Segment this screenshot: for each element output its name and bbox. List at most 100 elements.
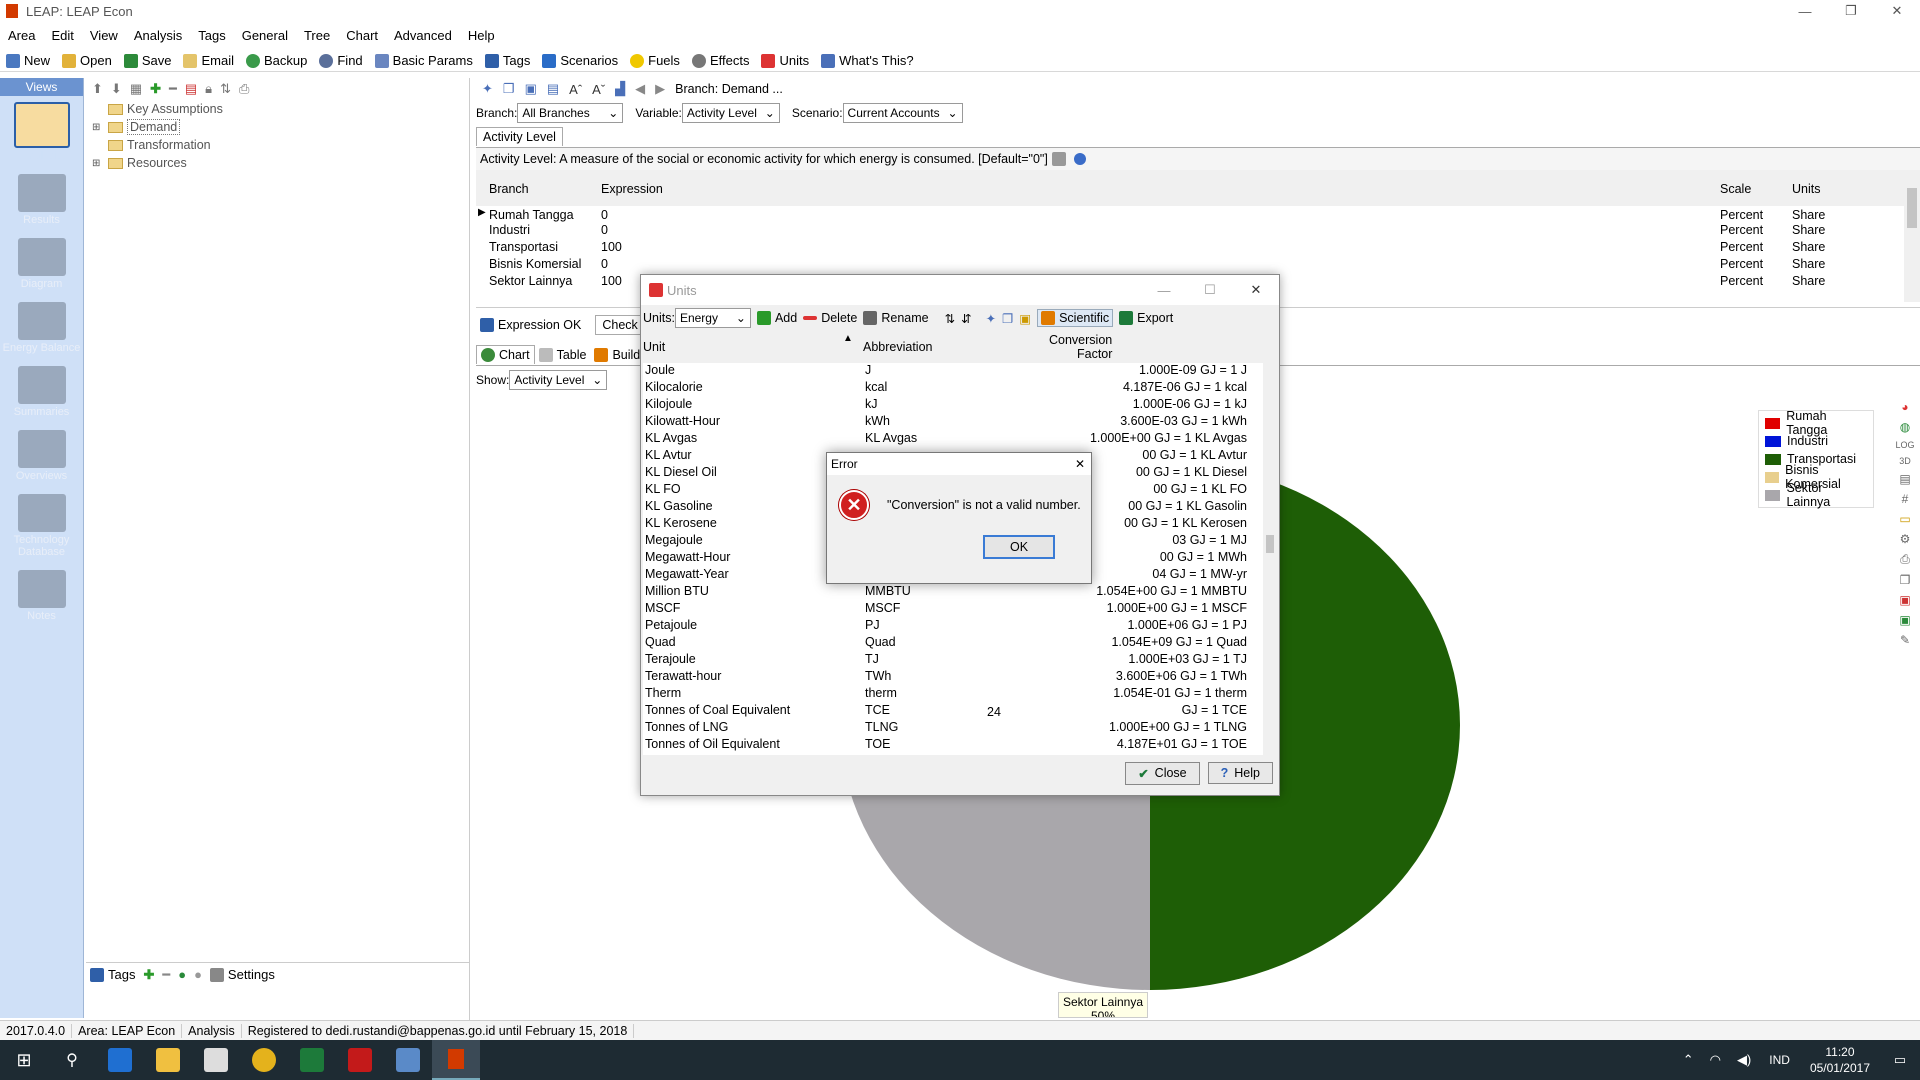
forward-icon[interactable]: ▶: [655, 81, 665, 97]
menu-general[interactable]: General: [242, 28, 288, 43]
table-view-icon[interactable]: ▤: [1899, 472, 1910, 486]
view-technology-database[interactable]: Technology Database: [0, 494, 83, 558]
unit-row[interactable]: KL Avgas KL Avgas 1.000E+00 GJ = 1 KL Avga…: [645, 431, 1257, 448]
move-down-icon[interactable]: ⬇: [111, 81, 122, 97]
units-pin-icon[interactable]: ✦: [986, 311, 996, 326]
sort-desc-icon[interactable]: ⇵: [961, 311, 971, 326]
globe-icon[interactable]: ●: [178, 967, 186, 982]
print-icon[interactable]: ⎙: [239, 81, 249, 97]
unit-row[interactable]: Joule J 1.000E-09 GJ = 1 J: [645, 363, 1257, 380]
unit-row[interactable]: Quad Quad 1.054E+09 GJ = 1 Quad: [645, 635, 1257, 652]
back-icon[interactable]: ◀: [635, 81, 645, 97]
menu-chart[interactable]: Chart: [346, 28, 378, 43]
font-smaller-icon[interactable]: Aˇ: [592, 82, 605, 97]
new-button[interactable]: New: [6, 53, 50, 68]
scenarios-button[interactable]: Scenarios: [542, 53, 618, 68]
menu-edit[interactable]: Edit: [51, 28, 73, 43]
conversion-edit-field[interactable]: [985, 703, 1071, 720]
unit-abbreviation[interactable]: TCE: [865, 703, 890, 717]
log-icon[interactable]: LOG: [1895, 440, 1914, 450]
tags-footer-button[interactable]: Tags: [90, 967, 135, 982]
view-energy-balance[interactable]: Energy Balance: [0, 302, 83, 354]
tree-item-transformation[interactable]: Transformation: [86, 136, 469, 154]
tab-chart[interactable]: Chart: [476, 345, 535, 364]
tools-icon[interactable]: ✎: [1900, 633, 1910, 647]
unit-abbreviation[interactable]: PJ: [865, 618, 880, 632]
row-expression[interactable]: 100: [601, 240, 622, 254]
variable-select[interactable]: Activity Level: [681, 103, 780, 123]
unit-row[interactable]: Terajoule TJ 1.000E+03 GJ = 1 TJ: [645, 652, 1257, 669]
menu-view[interactable]: View: [90, 28, 118, 43]
row-expression[interactable]: 0: [601, 223, 608, 237]
units-close-button[interactable]: ✔ Close: [1125, 761, 1200, 785]
values-icon[interactable]: ▭: [1899, 512, 1910, 526]
unit-abbreviation[interactable]: J: [865, 363, 871, 377]
unit-abbreviation[interactable]: MMBTU: [865, 584, 911, 598]
unit-conversion[interactable]: 1.000E-09 GJ = 1 J: [1027, 363, 1247, 377]
backup-button[interactable]: Backup: [245, 53, 307, 68]
unit-abbreviation[interactable]: TLNG: [865, 720, 898, 734]
whats-this-button[interactable]: What's This?: [821, 53, 914, 68]
units-scrollbar[interactable]: [1263, 331, 1277, 755]
view-analysis[interactable]: Analysis: [0, 102, 83, 162]
unit-abbreviation[interactable]: TOE: [865, 737, 890, 751]
units-button[interactable]: Units: [761, 53, 809, 68]
settings-chart-icon[interactable]: ⚙: [1900, 532, 1911, 546]
unit-conversion[interactable]: 3.600E-03 GJ = 1 kWh: [1027, 414, 1247, 428]
tags-button[interactable]: Tags: [484, 53, 530, 68]
outline-icon[interactable]: ▦: [130, 81, 142, 97]
unit-abbreviation[interactable]: TWh: [865, 669, 891, 683]
print-chart-icon[interactable]: ⎙: [1900, 552, 1910, 567]
notifications-icon[interactable]: ▭: [1880, 1052, 1920, 1068]
menu-analysis[interactable]: Analysis: [134, 28, 182, 43]
save-button[interactable]: Save: [123, 53, 171, 68]
rename-unit-button[interactable]: Rename: [863, 311, 929, 325]
unit-abbreviation[interactable]: kJ: [865, 397, 878, 411]
edge-icon[interactable]: [108, 1048, 132, 1072]
unit-conversion[interactable]: 1.054E+09 GJ = 1 Quad: [1027, 635, 1247, 649]
row-expression[interactable]: 0: [601, 257, 608, 271]
move-up-icon[interactable]: ⬆: [92, 81, 103, 97]
unit-conversion[interactable]: 4.187E-06 GJ = 1 kcal: [1027, 380, 1247, 394]
unit-abbreviation[interactable]: kcal: [865, 380, 887, 394]
chrome-icon[interactable]: [252, 1048, 276, 1072]
restore-icon[interactable]: ❐: [1828, 3, 1874, 19]
tab-activity-level[interactable]: Activity Level: [476, 127, 563, 146]
clock[interactable]: 11:20 05/01/2017: [1810, 1044, 1870, 1076]
acrobat-icon[interactable]: [348, 1048, 372, 1072]
unit-conversion[interactable]: 1.054E-01 GJ = 1 therm: [1027, 686, 1247, 700]
palette-icon[interactable]: ●: [194, 967, 202, 982]
units-paste-icon[interactable]: ▣: [1019, 311, 1031, 326]
branch-select[interactable]: All Branches: [517, 103, 624, 123]
unit-row[interactable]: Million BTU MMBTU 1.054E+00 GJ = 1 MMBTU: [645, 584, 1257, 601]
menu-help[interactable]: Help: [468, 28, 495, 43]
tree-item-resources[interactable]: ⊞ Resources: [86, 154, 469, 172]
fuels-button[interactable]: Fuels: [630, 53, 680, 68]
unit-row[interactable]: Tonnes of Oil Equivalent TOE 4.187E+01 GJ …: [645, 737, 1257, 754]
unit-conversion[interactable]: 3.600E+06 GJ = 1 TWh: [1027, 669, 1247, 683]
col-unit[interactable]: Unit: [643, 340, 665, 354]
view-overviews[interactable]: Overviews: [0, 430, 83, 482]
view-diagram[interactable]: Diagram: [0, 238, 83, 290]
unit-conversion[interactable]: 1.000E+03 GJ = 1 TJ: [1027, 652, 1247, 666]
globe-chart-icon[interactable]: ◍: [1900, 420, 1910, 434]
email-button[interactable]: Email: [183, 53, 234, 68]
add-tag-icon[interactable]: ✚: [143, 967, 154, 983]
file-explorer-icon[interactable]: [156, 1048, 180, 1072]
grid-scrollbar[interactable]: [1904, 170, 1920, 302]
unit-abbreviation[interactable]: Quad: [865, 635, 896, 649]
search-icon[interactable]: ⚲: [48, 1050, 96, 1070]
save-chart-icon[interactable]: ▣: [1899, 613, 1910, 627]
pdf-icon[interactable]: ▣: [1899, 593, 1910, 607]
leap-taskbar-button[interactable]: [432, 1040, 480, 1080]
unit-conversion[interactable]: 1.054E+00 GJ = 1 MMBTU: [1027, 584, 1247, 598]
language-indicator[interactable]: IND: [1769, 1053, 1790, 1067]
view-summaries[interactable]: Summaries: [0, 366, 83, 418]
grid-icon[interactable]: #: [1902, 492, 1909, 506]
unit-row[interactable]: Kilocalorie kcal 4.187E-06 GJ = 1 kcal: [645, 380, 1257, 397]
unit-row[interactable]: Tonnes of Coal Equivalent TCE GJ = 1 TCE: [645, 703, 1257, 720]
tray-chevron-icon[interactable]: ⌃: [1683, 1052, 1694, 1068]
find-button[interactable]: Find: [319, 53, 363, 68]
unit-conversion[interactable]: 1.000E+00 GJ = 1 MSCF: [1027, 601, 1247, 615]
copy-chart-icon[interactable]: ❐: [1900, 573, 1911, 587]
